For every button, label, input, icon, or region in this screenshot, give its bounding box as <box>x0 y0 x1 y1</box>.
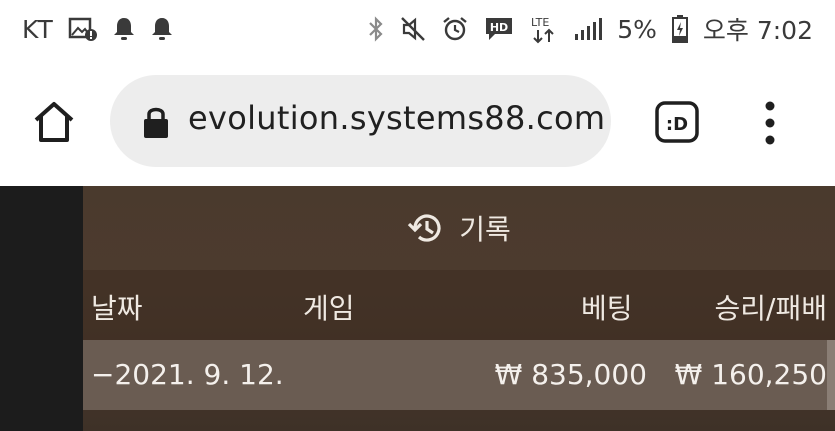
lte-label: LTE <box>531 16 549 29</box>
alarm-icon <box>441 15 469 43</box>
row-win-loss: ₩ 160,250 <box>674 358 827 391</box>
lte-icon: LTE <box>529 14 559 44</box>
history-panel: 기록 날짜 게임 베팅 승리/패배 −2021. 9. 12. ₩ 835,00… <box>83 186 835 431</box>
row-date: −2021. 9. 12. <box>91 358 284 391</box>
signal-strength-icon <box>573 16 603 42</box>
home-button[interactable] <box>30 98 78 146</box>
extension-icon: :D <box>655 101 699 143</box>
extension-button[interactable]: :D <box>654 100 700 144</box>
bluetooth-icon <box>367 15 385 43</box>
extension-label: :D <box>666 114 688 135</box>
table-row[interactable]: −2021. 9. 12. ₩ 835,000 ₩ 160,250 <box>83 340 835 410</box>
history-icon <box>408 214 441 242</box>
mute-icon <box>399 15 427 43</box>
battery-charging-icon <box>671 14 689 44</box>
browser-toolbar: evolution.systems88.com :D <box>0 58 835 186</box>
url-text: evolution.systems88.com <box>188 99 606 137</box>
hd-label: HD <box>490 21 508 34</box>
web-page: 기록 날짜 게임 베팅 승리/패배 −2021. 9. 12. ₩ 835,00… <box>0 186 835 431</box>
address-bar[interactable]: evolution.systems88.com <box>110 75 611 167</box>
history-header: 기록 <box>83 186 835 270</box>
status-bar: KT HD LTE 5% 오후 7:02 <box>0 0 835 58</box>
carrier-label: KT <box>22 14 54 44</box>
home-icon <box>34 102 74 142</box>
column-header-date: 날짜 <box>91 292 143 325</box>
battery-percent: 5% <box>617 14 657 44</box>
scrollbar[interactable] <box>827 340 835 410</box>
notification-bell-icon <box>112 16 136 42</box>
hd-voice-icon: HD <box>483 15 515 43</box>
notification-bell-icon <box>150 16 174 42</box>
clock: 오후 7:02 <box>702 16 813 45</box>
image-alert-icon <box>68 16 98 42</box>
table-header-row: 날짜 게임 베팅 승리/패배 <box>83 270 835 340</box>
row-bet: ₩ 835,000 <box>494 358 647 391</box>
lock-icon <box>144 107 168 138</box>
overflow-menu-button[interactable] <box>758 98 782 148</box>
column-header-win-loss: 승리/패배 <box>714 292 827 325</box>
history-title: 기록 <box>459 213 511 246</box>
column-header-game: 게임 <box>303 292 355 325</box>
column-header-bet: 베팅 <box>581 292 633 325</box>
more-vertical-icon <box>765 101 775 145</box>
